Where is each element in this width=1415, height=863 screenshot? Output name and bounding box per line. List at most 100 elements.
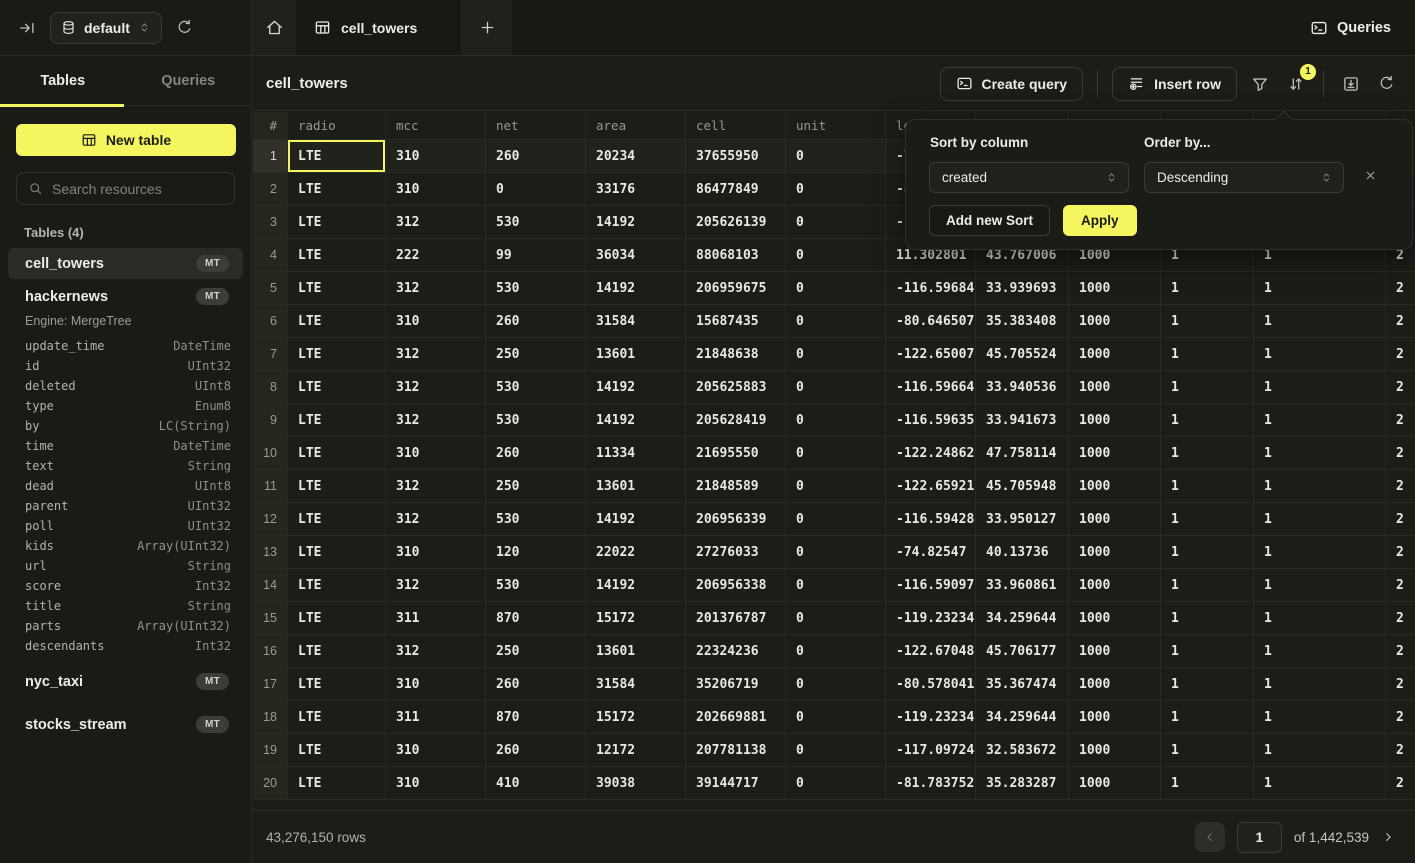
table-cell[interactable]: 0 (786, 272, 886, 304)
table-cell[interactable]: 2 (1386, 272, 1415, 304)
sidebar-item-nyc-taxi[interactable]: nyc_taxi MT (8, 666, 243, 697)
table-cell[interactable]: -116.590973 (886, 569, 976, 601)
table-cell[interactable]: 11334 (586, 437, 686, 469)
table-cell[interactable]: -122.670486 (886, 635, 976, 667)
table-cell[interactable]: 33.960861 (976, 569, 1069, 601)
table-cell[interactable]: LTE (288, 305, 386, 337)
table-cell[interactable]: 310 (386, 767, 486, 799)
column-header[interactable]: mcc (386, 112, 486, 139)
table-cell[interactable]: 31584 (586, 305, 686, 337)
table-cell[interactable]: 0 (786, 635, 886, 667)
table-cell[interactable]: LTE (288, 503, 386, 535)
table-cell[interactable]: 310 (386, 536, 486, 568)
table-cell[interactable]: 870 (486, 602, 586, 634)
table-cell[interactable]: 1 (1161, 470, 1254, 502)
table-cell[interactable]: 0 (786, 569, 886, 601)
table-cell[interactable]: 410 (486, 767, 586, 799)
table-cell[interactable]: 1 (1161, 404, 1254, 436)
table-cell[interactable]: 33.941673 (976, 404, 1069, 436)
table-cell[interactable]: LTE (288, 569, 386, 601)
table-cell[interactable]: LTE (288, 437, 386, 469)
table-cell[interactable]: 1000 (1069, 470, 1161, 502)
table-cell[interactable]: -116.596642 (886, 371, 976, 403)
table-cell[interactable]: LTE (288, 701, 386, 733)
table-cell[interactable]: 1 (1161, 701, 1254, 733)
table-cell[interactable]: 0 (786, 404, 886, 436)
table-cell[interactable]: 1000 (1069, 635, 1161, 667)
table-cell[interactable]: -122.65007 (886, 338, 976, 370)
table-cell[interactable]: 312 (386, 503, 486, 535)
table-cell[interactable]: 2 (1386, 470, 1415, 502)
table-cell[interactable]: 35.367474 (976, 668, 1069, 700)
apply-sort-button[interactable]: Apply (1063, 205, 1137, 236)
table-cell[interactable]: 2 (1386, 734, 1415, 766)
sidebar-tab-queries[interactable]: Queries (126, 57, 252, 105)
table-cell[interactable]: 14192 (586, 503, 686, 535)
table-cell[interactable]: 35206719 (686, 668, 786, 700)
table-cell[interactable]: LTE (288, 140, 386, 172)
table-cell[interactable]: 1 (1254, 404, 1386, 436)
table-cell[interactable]: 1 (1161, 536, 1254, 568)
add-new-sort-button[interactable]: Add new Sort (929, 205, 1050, 236)
table-cell[interactable]: LTE (288, 668, 386, 700)
table-cell[interactable]: 250 (486, 470, 586, 502)
table-cell[interactable]: 310 (386, 140, 486, 172)
table-cell[interactable]: 207781138 (686, 734, 786, 766)
table-cell[interactable]: -119.232346 (886, 602, 976, 634)
table-cell[interactable]: 1 (1161, 734, 1254, 766)
table-cell[interactable]: -80.646507 (886, 305, 976, 337)
table-cell[interactable]: 1 (1161, 668, 1254, 700)
table-cell[interactable]: 310 (386, 668, 486, 700)
table-cell[interactable]: 2 (1386, 536, 1415, 568)
table-cell[interactable]: LTE (288, 767, 386, 799)
table-cell[interactable]: -116.596848 (886, 272, 976, 304)
table-cell[interactable]: 14192 (586, 569, 686, 601)
database-selector[interactable]: default (50, 12, 162, 44)
table-cell[interactable]: 14192 (586, 272, 686, 304)
next-page-button[interactable] (1381, 830, 1395, 844)
table-cell[interactable]: 1000 (1069, 305, 1161, 337)
table-cell[interactable]: LTE (288, 371, 386, 403)
table-cell[interactable]: 33176 (586, 173, 686, 205)
table-cell[interactable]: 205628419 (686, 404, 786, 436)
new-tab-button[interactable] (462, 0, 512, 55)
table-cell[interactable]: 21848638 (686, 338, 786, 370)
column-header[interactable]: radio (288, 112, 386, 139)
table-cell[interactable]: -122.65921 (886, 470, 976, 502)
table-cell[interactable]: 1000 (1069, 371, 1161, 403)
sort-order-select[interactable]: Descending (1144, 162, 1344, 193)
table-cell[interactable]: -80.578041 (886, 668, 976, 700)
table-cell[interactable]: 0 (786, 338, 886, 370)
column-header[interactable]: net (486, 112, 586, 139)
table-cell[interactable]: 15172 (586, 602, 686, 634)
refresh-database-button[interactable] (172, 15, 197, 40)
table-cell[interactable]: 1 (1254, 371, 1386, 403)
table-cell[interactable]: 13601 (586, 470, 686, 502)
table-cell[interactable]: 201376787 (686, 602, 786, 634)
table-cell[interactable]: 0 (786, 767, 886, 799)
table-cell[interactable]: 1 (1254, 668, 1386, 700)
table-cell[interactable]: 47.758114 (976, 437, 1069, 469)
table-cell[interactable]: 260 (486, 437, 586, 469)
table-cell[interactable]: -81.783752 (886, 767, 976, 799)
table-cell[interactable]: 40.13736 (976, 536, 1069, 568)
sidebar-item-cell-towers[interactable]: cell_towers MT (8, 248, 243, 279)
table-cell[interactable]: 312 (386, 371, 486, 403)
table-cell[interactable]: 260 (486, 734, 586, 766)
table-cell[interactable]: 311 (386, 602, 486, 634)
table-cell[interactable]: 22324236 (686, 635, 786, 667)
search-input[interactable] (52, 181, 223, 197)
table-cell[interactable]: 312 (386, 404, 486, 436)
table-cell[interactable]: 202669881 (686, 701, 786, 733)
table-cell[interactable]: -122.248627 (886, 437, 976, 469)
table-cell[interactable]: 86477849 (686, 173, 786, 205)
table-cell[interactable]: 12172 (586, 734, 686, 766)
table-cell[interactable]: 310 (386, 173, 486, 205)
table-cell[interactable]: 36034 (586, 239, 686, 271)
table-cell[interactable]: LTE (288, 602, 386, 634)
table-cell[interactable]: 1000 (1069, 404, 1161, 436)
table-cell[interactable]: 1000 (1069, 437, 1161, 469)
table-cell[interactable]: -116.596352 (886, 404, 976, 436)
table-cell[interactable]: 1 (1254, 569, 1386, 601)
table-cell[interactable]: 312 (386, 569, 486, 601)
